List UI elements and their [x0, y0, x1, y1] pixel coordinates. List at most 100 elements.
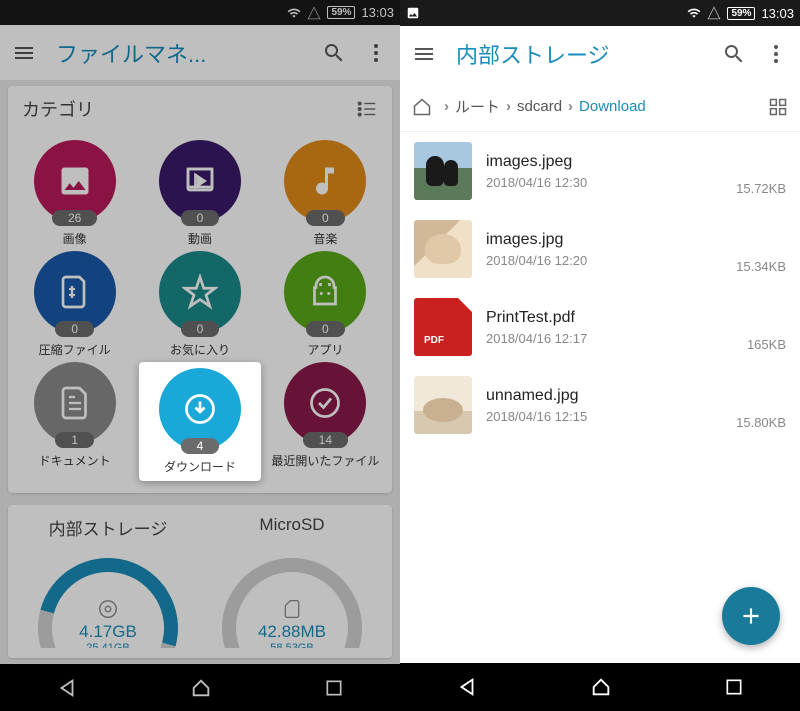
category-card: カテゴリ 26 画像 0 動画 0 音楽 0 圧縮ファイル 0 お気に入り — [8, 86, 392, 493]
category-item[interactable]: 0 圧縮ファイル — [14, 251, 135, 358]
signal-icon — [307, 6, 321, 20]
internal-used: 4.17GB — [38, 622, 178, 642]
search-icon[interactable] — [322, 41, 346, 65]
overflow-icon[interactable] — [364, 41, 388, 65]
menu-icon[interactable] — [412, 42, 436, 66]
category-item[interactable]: 0 お気に入り — [139, 251, 260, 358]
recent-button[interactable] — [324, 678, 344, 698]
image-icon — [406, 6, 420, 20]
category-icon — [307, 163, 343, 199]
category-count: 0 — [55, 321, 94, 337]
category-label: 最近開いたファイル — [271, 452, 379, 469]
gauge-sd[interactable]: 42.88MB 58.53GB — [222, 558, 362, 648]
back-button[interactable] — [456, 676, 478, 698]
category-count: 1 — [55, 432, 94, 448]
toolbar: ファイルマネ... — [0, 25, 400, 80]
category-header-label: カテゴリ — [22, 96, 94, 122]
sd-total: 58.53GB — [222, 642, 362, 648]
chevron-right-icon: › — [506, 98, 511, 115]
tab-microsd[interactable]: MicroSD — [200, 515, 384, 546]
category-icon — [57, 163, 93, 199]
app-title: ファイルマネ... — [56, 37, 304, 69]
signal-icon — [707, 6, 721, 20]
internal-total: 25.41GB — [38, 642, 178, 648]
plus-icon — [738, 603, 764, 629]
grid-view-icon[interactable] — [768, 97, 788, 117]
home-button[interactable] — [590, 676, 612, 698]
overflow-icon[interactable] — [764, 42, 788, 66]
sd-used: 42.88MB — [222, 622, 362, 642]
menu-icon[interactable] — [12, 41, 36, 65]
tab-internal[interactable]: 内部ストレージ — [16, 515, 200, 546]
category-item[interactable]: 4 ダウンロード — [139, 362, 260, 481]
status-bar: 59% 13:03 — [400, 0, 800, 26]
file-thumbnail — [414, 376, 472, 434]
page-title: 内部ストレージ — [456, 38, 704, 70]
category-label: アプリ — [307, 341, 343, 358]
gauge-internal[interactable]: 4.17GB 25.41GB — [38, 558, 178, 648]
file-name: images.jpg — [486, 231, 736, 249]
file-date: 2018/04/16 12:15 — [486, 409, 736, 424]
category-item[interactable]: 14 最近開いたファイル — [265, 362, 386, 481]
crumb-download[interactable]: Download — [579, 98, 646, 115]
category-count: 0 — [181, 321, 220, 337]
category-icon — [57, 385, 93, 421]
back-button[interactable] — [56, 677, 78, 699]
search-icon[interactable] — [722, 42, 746, 66]
category-item[interactable]: 26 画像 — [14, 140, 135, 247]
file-row[interactable]: PDF PrintTest.pdf 2018/04/16 12:17 165KB — [400, 288, 800, 366]
category-count: 0 — [306, 321, 345, 337]
add-button[interactable] — [722, 587, 780, 645]
category-label: お気に入り — [170, 341, 230, 358]
list-icon[interactable] — [356, 98, 378, 120]
file-name: images.jpeg — [486, 153, 736, 171]
category-label: 音楽 — [313, 230, 337, 247]
category-icon — [182, 163, 218, 199]
disk-icon — [97, 598, 119, 620]
recent-button[interactable] — [724, 677, 744, 697]
home-button[interactable] — [190, 677, 212, 699]
file-row[interactable]: unnamed.jpg 2018/04/16 12:15 15.80KB — [400, 366, 800, 444]
file-thumbnail — [414, 142, 472, 200]
category-item[interactable]: 0 動画 — [139, 140, 260, 247]
nav-bar — [400, 663, 800, 711]
wifi-icon — [287, 6, 301, 20]
category-icon — [182, 274, 218, 310]
category-label: 動画 — [188, 230, 212, 247]
category-count: 26 — [52, 210, 97, 226]
category-label: ダウンロード — [164, 458, 236, 475]
chevron-right-icon: › — [444, 98, 449, 115]
file-list: images.jpeg 2018/04/16 12:30 15.72KB ima… — [400, 132, 800, 663]
file-date: 2018/04/16 12:20 — [486, 253, 736, 268]
file-size: 165KB — [747, 337, 786, 352]
toolbar: 内部ストレージ — [400, 26, 800, 82]
storage-card: 内部ストレージ MicroSD 4.17GB 25.41GB 42. — [8, 505, 392, 658]
chevron-right-icon: › — [568, 98, 573, 115]
nav-bar — [0, 664, 400, 711]
category-item[interactable]: 1 ドキュメント — [14, 362, 135, 481]
status-time: 13:03 — [761, 6, 794, 21]
category-icon — [307, 385, 343, 421]
crumb-sdcard[interactable]: sdcard — [517, 98, 562, 115]
category-count: 0 — [306, 210, 345, 226]
file-size: 15.80KB — [736, 415, 786, 430]
battery-icon: 59% — [727, 7, 755, 20]
category-icon — [57, 274, 93, 310]
breadcrumb: › ルート › sdcard › Download — [400, 82, 800, 132]
file-row[interactable]: images.jpeg 2018/04/16 12:30 15.72KB — [400, 132, 800, 210]
file-thumbnail: PDF — [414, 298, 472, 356]
file-name: PrintTest.pdf — [486, 309, 747, 327]
category-label: 画像 — [63, 230, 87, 247]
file-row[interactable]: images.jpg 2018/04/16 12:20 15.34KB — [400, 210, 800, 288]
category-count: 4 — [181, 438, 220, 454]
category-icon — [182, 391, 218, 427]
category-icon — [307, 274, 343, 310]
home-icon[interactable] — [412, 97, 432, 117]
file-name: unnamed.jpg — [486, 387, 736, 405]
category-item[interactable]: 0 音楽 — [265, 140, 386, 247]
file-thumbnail — [414, 220, 472, 278]
category-count: 14 — [303, 432, 348, 448]
file-date: 2018/04/16 12:30 — [486, 175, 736, 190]
crumb-root[interactable]: ルート — [455, 96, 500, 117]
category-item[interactable]: 0 アプリ — [265, 251, 386, 358]
